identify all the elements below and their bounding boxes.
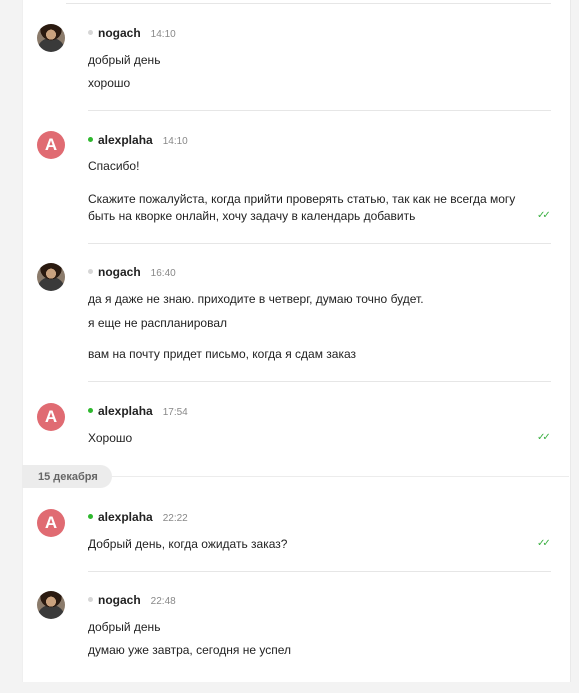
panel-footer-gap [22, 682, 569, 693]
message-header: alexplaha 14:10 [88, 133, 188, 147]
message-time: 22:48 [150, 596, 176, 607]
message-header: alexplaha 17:54 [88, 404, 188, 418]
author-name[interactable]: alexplaha [98, 133, 153, 147]
message-text: добрый день [88, 620, 161, 634]
message-text: хорошо [88, 76, 131, 90]
message-text: я еще не распланировал [88, 316, 228, 330]
online-status-dot [88, 408, 93, 413]
message-time: 14:10 [162, 136, 188, 147]
message-separator [88, 243, 551, 244]
message-time: 16:40 [150, 268, 176, 279]
author-name[interactable]: alexplaha [98, 510, 153, 524]
avatar-nogach[interactable] [37, 591, 65, 619]
offline-status-dot [88, 269, 93, 274]
author-name[interactable]: nogach [98, 265, 141, 279]
avatar-alexplaha[interactable]: A [37, 131, 65, 159]
date-divider-line [112, 476, 569, 477]
message-header: nogach 22:48 [88, 593, 176, 607]
avatar-nogach[interactable] [37, 263, 65, 291]
read-check-icon: ✓✓ [537, 538, 551, 549]
message-header: nogach 16:40 [88, 265, 176, 279]
read-check-icon: ✓✓ [537, 210, 551, 221]
message-text: Спасибо! [88, 159, 140, 173]
message-time: 17:54 [162, 407, 188, 418]
author-name[interactable]: nogach [98, 593, 141, 607]
author-name[interactable]: alexplaha [98, 404, 153, 418]
date-divider-label: 15 декабря [22, 465, 112, 488]
offline-status-dot [88, 30, 93, 35]
message-header: alexplaha 22:22 [88, 510, 188, 524]
message-separator [88, 571, 551, 572]
message-text: да я даже не знаю. приходите в четверг, … [88, 292, 424, 306]
author-name[interactable]: nogach [98, 26, 141, 40]
message-header: nogach 14:10 [88, 26, 176, 40]
chat-panel [22, 0, 571, 682]
message-separator [88, 381, 551, 382]
message-separator [66, 3, 551, 4]
avatar-alexplaha[interactable]: A [37, 509, 65, 537]
message-text: Добрый день, когда ожидать заказ? [88, 537, 288, 551]
online-status-dot [88, 514, 93, 519]
online-status-dot [88, 137, 93, 142]
avatar-nogach[interactable] [37, 24, 65, 52]
message-separator [88, 110, 551, 111]
message-text: добрый день [88, 53, 161, 67]
message-time: 22:22 [162, 513, 188, 524]
date-divider: 15 декабря [22, 465, 569, 488]
read-check-icon: ✓✓ [537, 432, 551, 443]
message-text: Скажите пожалуйста, когда прийти проверя… [88, 192, 516, 223]
message-time: 14:10 [150, 29, 176, 40]
offline-status-dot [88, 597, 93, 602]
message-text: думаю уже завтра, сегодня не успел [88, 643, 292, 657]
message-text: вам на почту придет письмо, когда я сдам… [88, 347, 357, 361]
avatar-alexplaha[interactable]: A [37, 403, 65, 431]
message-text: Хорошо [88, 431, 133, 445]
